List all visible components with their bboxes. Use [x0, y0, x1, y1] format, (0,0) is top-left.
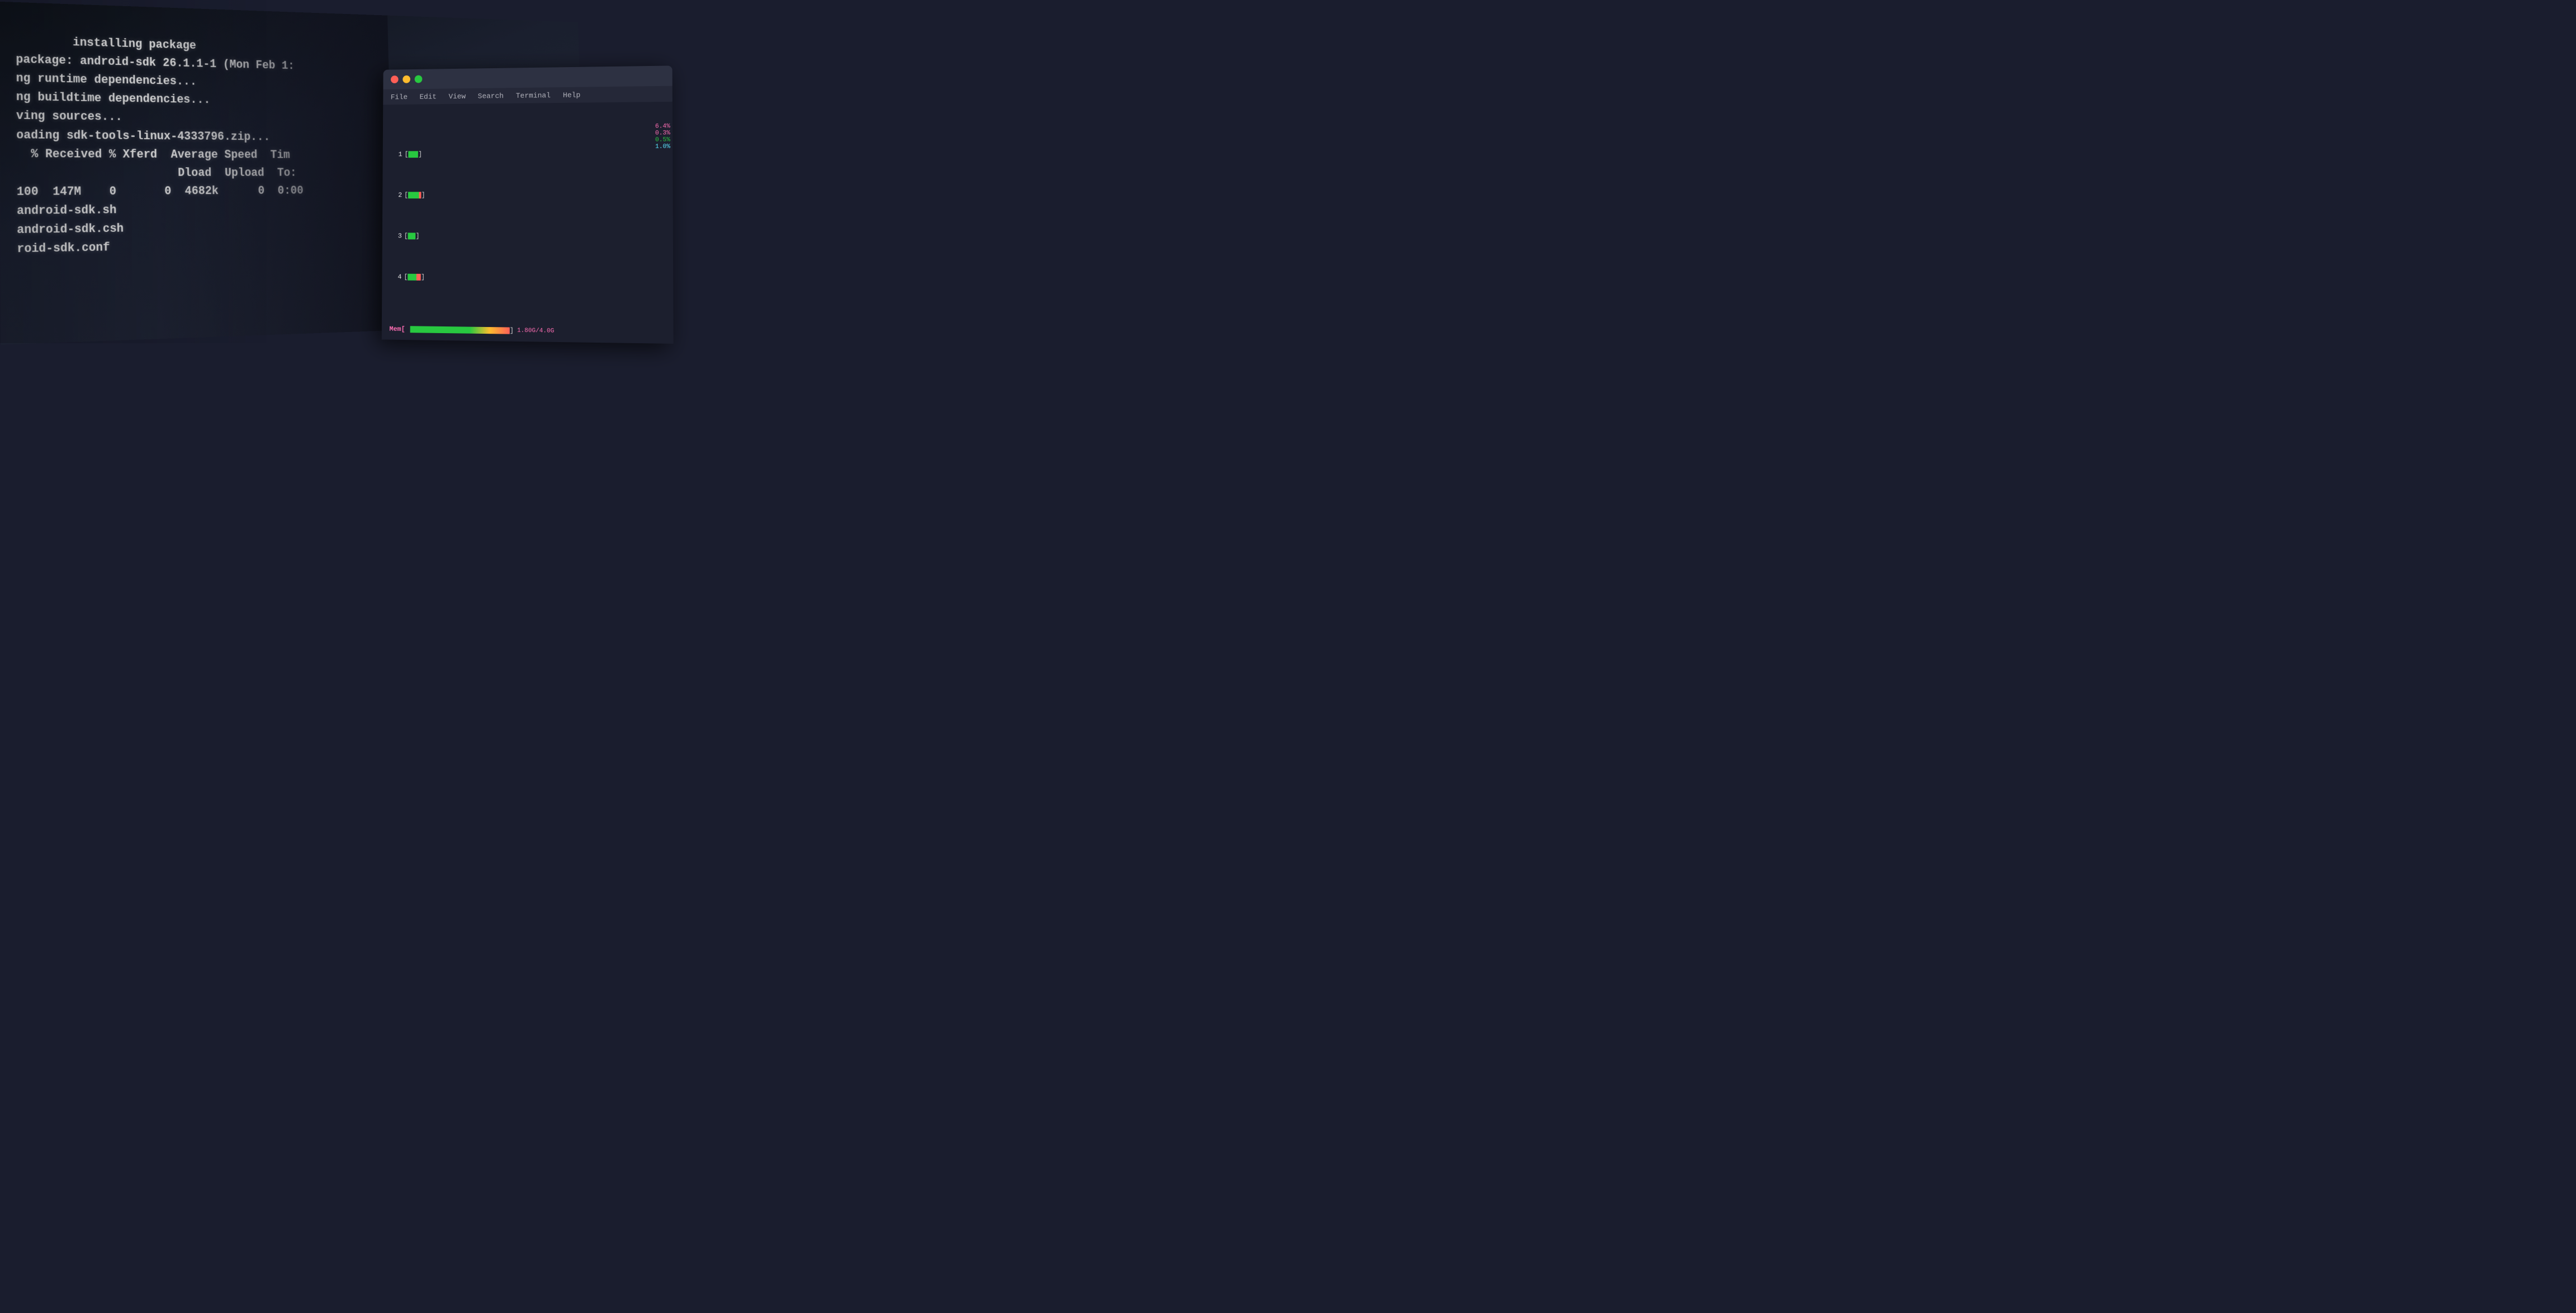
mem-row: Mem[ ] 1.80G/4.0G [389, 324, 665, 338]
cpu-bar-4-red [416, 274, 421, 281]
cpu-bar-2-green [408, 192, 419, 198]
right-cpu-values: 6.4% 0.3% 0.5% 1.0% [655, 123, 673, 150]
cpu-val-1: 6.4% [655, 123, 670, 130]
cpu-val-2: 0.3% [655, 130, 670, 136]
cpu-label-4: 4 [390, 272, 402, 282]
bg-line-2: package: android-sdk 26.1.1-1 (Mon Feb 1… [16, 53, 295, 73]
cpu-bar-3 [408, 233, 416, 239]
bg-line-10: android-sdk.sh [17, 203, 117, 218]
foreground-terminal: File Edit View Search Terminal Help 1 [ … [382, 65, 674, 343]
menu-view[interactable]: View [448, 92, 466, 101]
menu-help[interactable]: Help [563, 91, 580, 99]
bg-line-11: android-sdk.csh [17, 222, 124, 237]
cpu-row-4: 4 [ ] [390, 272, 665, 285]
maximize-button-dot[interactable] [415, 75, 423, 83]
bg-line-6: oading sdk-tools-linux-4333796.zip... [16, 128, 270, 144]
bg-line-3: ng runtime dependencies... [16, 72, 197, 89]
bg-line-8: Dload Upload To: [17, 166, 297, 180]
cpu-row-1: 1 [ ] [390, 148, 665, 160]
htop-container: 1 [ ] 2 [ ] 3 [ ] 4 [ [387, 107, 666, 344]
bg-line-1: installing package [44, 35, 196, 52]
cpu-val-4: 1.0% [655, 144, 670, 150]
close-button-dot[interactable] [391, 75, 399, 83]
bg-line-12: roid-sdk.conf [17, 241, 110, 257]
cpu-label-3: 3 [390, 231, 402, 241]
cpu-row-2: 2 [ ] [390, 190, 665, 200]
mem-values: 1.80G/4.0G [517, 326, 554, 336]
menu-edit[interactable]: Edit [419, 92, 436, 101]
bg-line-9: 100 147M 0 0 4682k 0 0:00 [17, 184, 304, 198]
minimize-button-dot[interactable] [402, 75, 410, 83]
menu-terminal[interactable]: Terminal [516, 91, 551, 100]
cpu-val-3: 0.5% [655, 137, 670, 144]
terminal-titlebar [383, 65, 672, 89]
cpu-label-1: 1 [390, 149, 402, 159]
menu-file[interactable]: File [391, 93, 408, 101]
cpu-bar-1 [409, 151, 419, 158]
mem-label: Mem[ [389, 324, 410, 334]
cpu-label-2: 2 [390, 190, 402, 200]
bg-line-4: ng buildtime dependencies... [16, 91, 211, 107]
bg-line-5: ving sources... [16, 109, 122, 124]
menu-search[interactable]: Search [478, 92, 504, 100]
htop-body: 1 [ ] 2 [ ] 3 [ ] 4 [ [382, 102, 674, 344]
cpu-row-3: 3 [ ] [390, 231, 665, 242]
mem-bar [410, 326, 510, 334]
cpu-bar-4-green [408, 274, 416, 281]
bg-line-7: % Received % Xferd Average Speed Tim [16, 147, 290, 162]
